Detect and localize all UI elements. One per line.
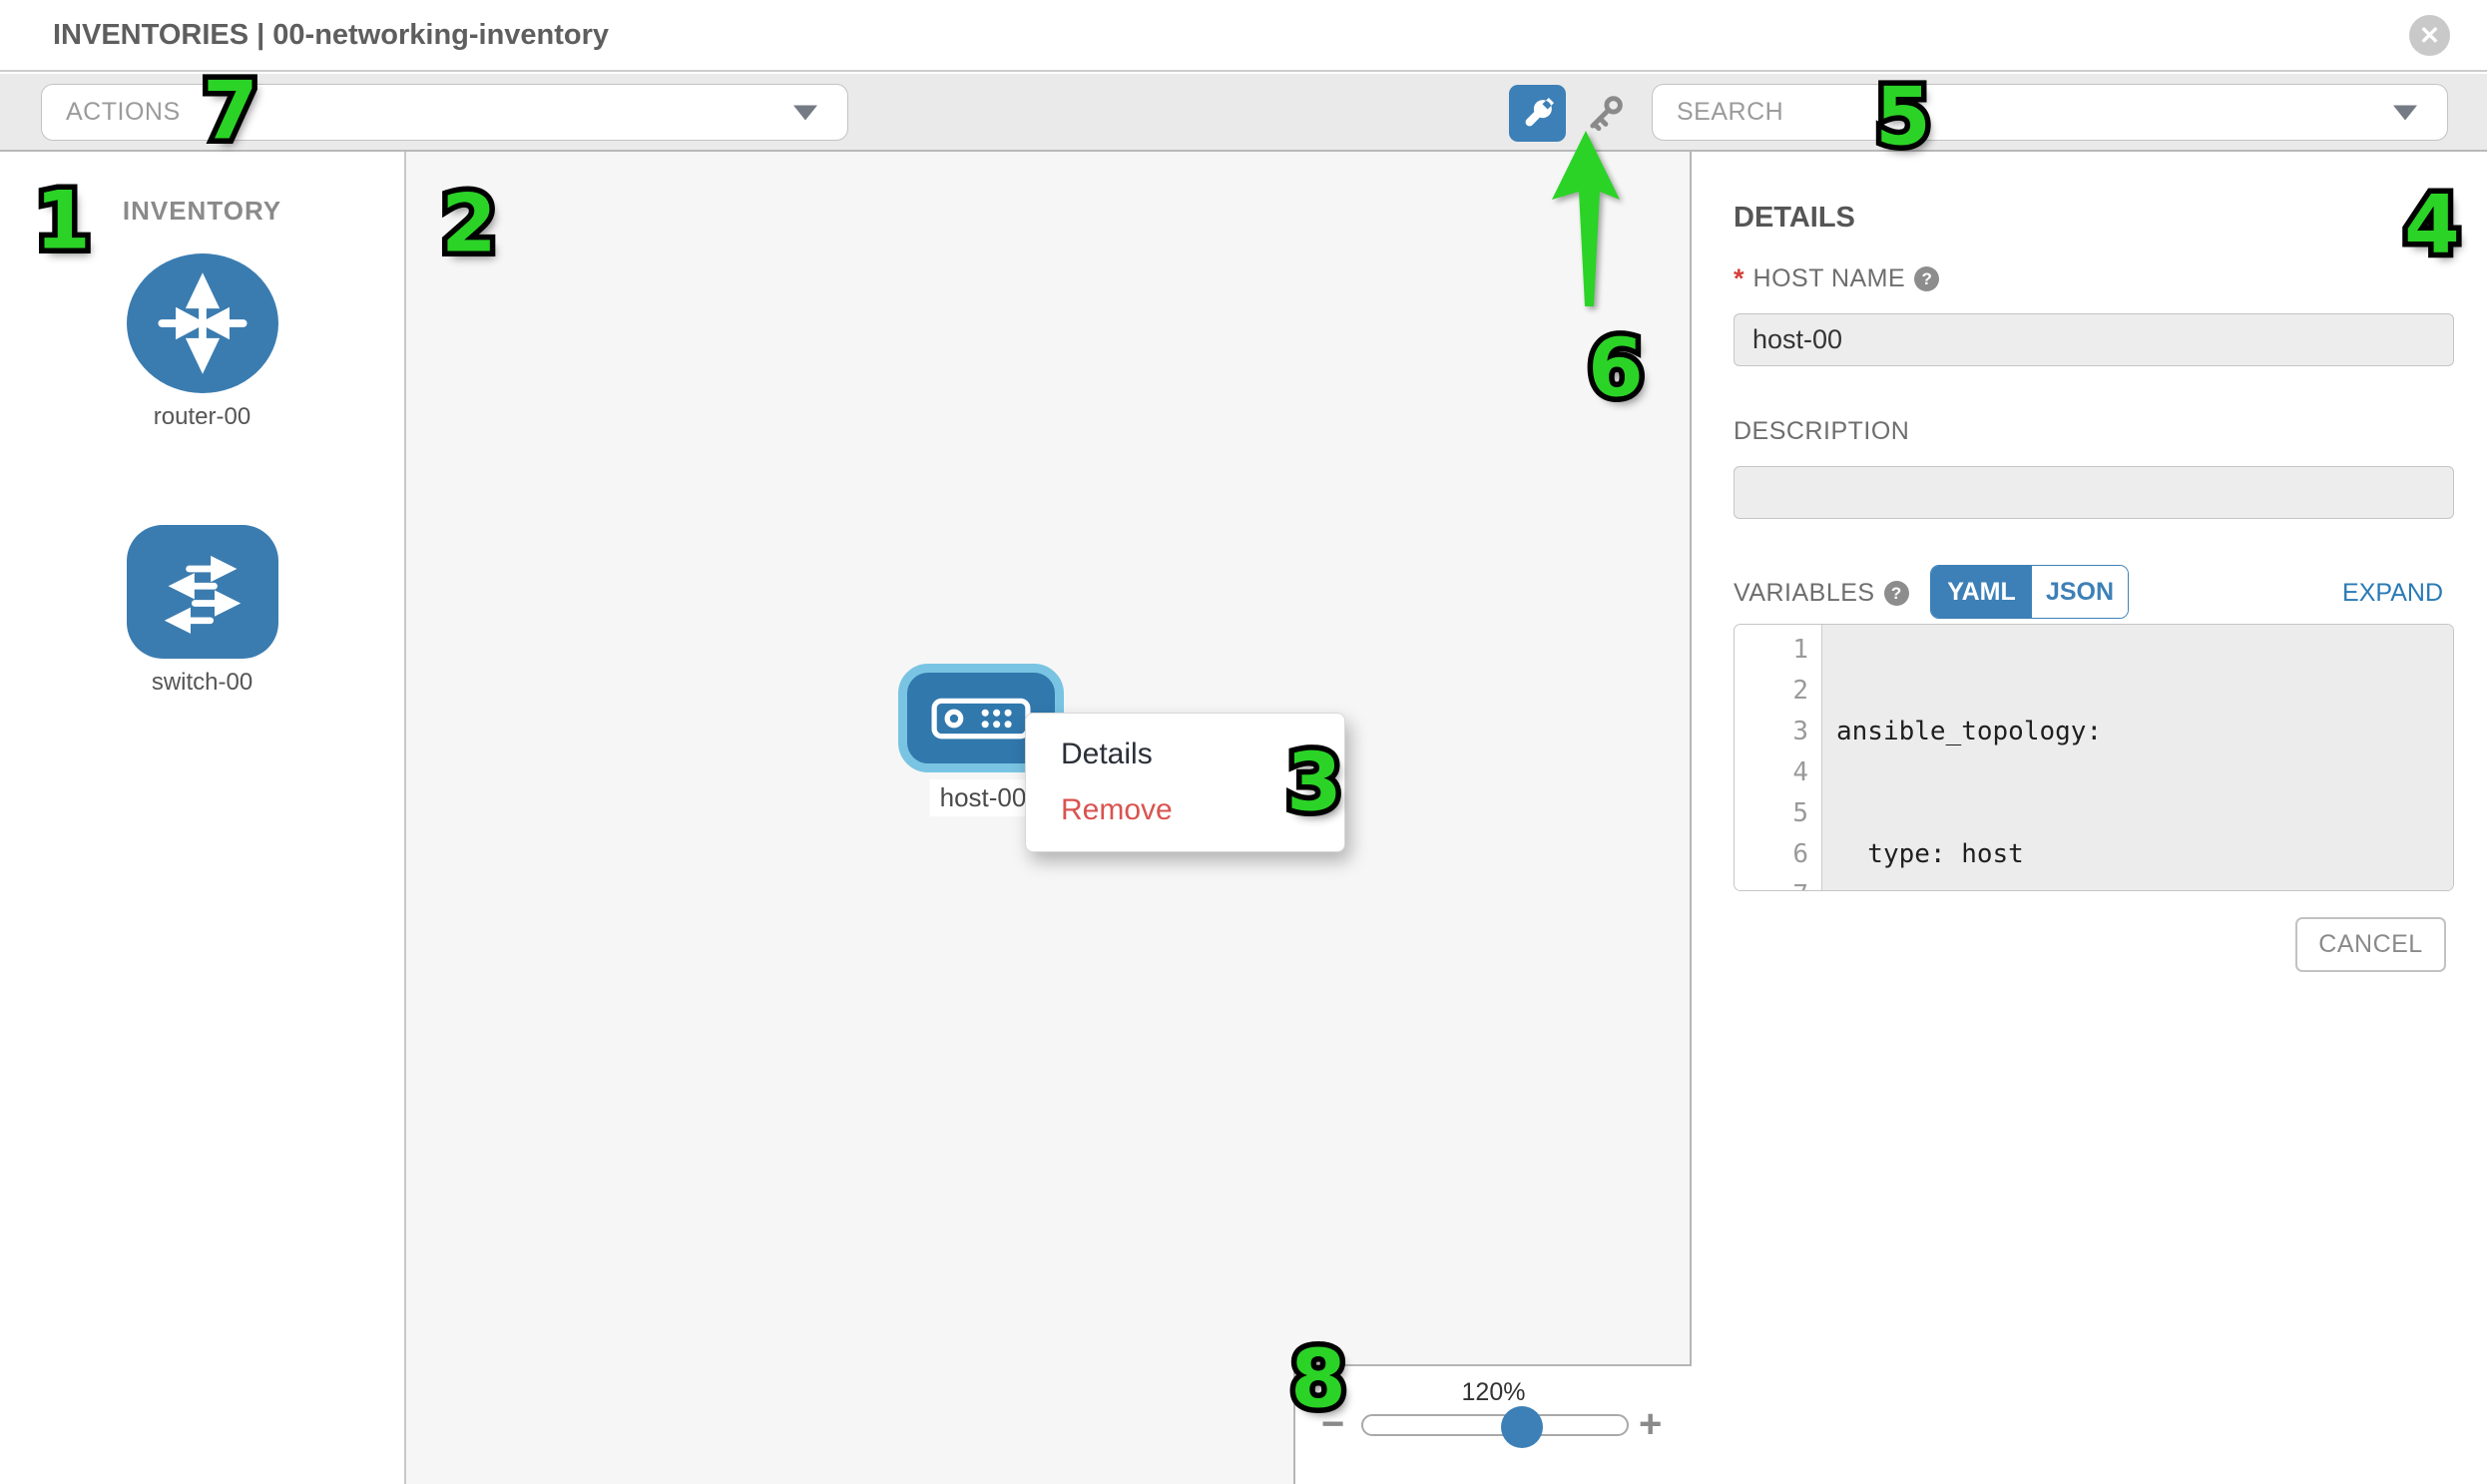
toolbar: ACTIONS SEARCH — [0, 74, 2487, 152]
annotation-5: 5 — [1875, 71, 1931, 164]
device-label: switch-00 — [0, 669, 404, 697]
host-icon — [931, 698, 1031, 740]
line-number: 5 — [1735, 793, 1808, 834]
annotation-8: 8 — [1290, 1333, 1346, 1426]
inventory-topology-screen: INVENTORIES | 00-networking-inventory ✕ … — [0, 0, 2487, 1484]
line-number: 1 — [1735, 630, 1808, 671]
zoom-in-button[interactable]: + — [1639, 1402, 1662, 1446]
details-panel-title: DETAILS — [1734, 202, 1855, 235]
topology-canvas[interactable]: host-00 Details Remove 120% − + — [406, 152, 1692, 1484]
annotation-3: 3 — [1286, 737, 1342, 829]
close-icon[interactable]: ✕ — [2409, 15, 2450, 56]
code-line: ansible_topology: — [1836, 712, 2453, 752]
search-dropdown[interactable]: SEARCH — [1652, 84, 2448, 141]
variables-code-editor[interactable]: 1 2 3 4 5 6 7 ansible_topology: type: ho… — [1734, 624, 2454, 891]
page-title: INVENTORIES | 00-networking-inventory — [53, 0, 609, 70]
cancel-button[interactable]: CANCEL — [2295, 917, 2446, 972]
host-name-input[interactable] — [1734, 313, 2454, 366]
code-line: type: host — [1836, 834, 2453, 875]
editor-line-numbers: 1 2 3 4 5 6 7 — [1735, 625, 1822, 890]
editor-code-lines: ansible_topology: type: host name: host-… — [1822, 625, 2453, 890]
expand-link[interactable]: EXPAND — [2342, 579, 2443, 608]
annotation-7: 7 — [203, 65, 258, 158]
actions-dropdown-label: ACTIONS — [42, 98, 181, 127]
description-input[interactable] — [1734, 466, 2454, 519]
line-number: 3 — [1735, 712, 1808, 752]
toggle-yaml[interactable]: YAML — [1931, 566, 2032, 618]
variables-format-toggle: YAML JSON — [1930, 565, 2129, 619]
annotation-arrow-up-icon — [1543, 127, 1627, 311]
required-asterisk: * — [1734, 263, 1744, 294]
details-panel: DETAILS * HOST NAME ? DESCRIPTION VARIAB… — [1694, 152, 2487, 1484]
sidebar-device-switch[interactable]: switch-00 — [0, 525, 404, 697]
router-icon — [127, 253, 278, 393]
help-icon[interactable]: ? — [1914, 266, 1939, 291]
device-label: router-00 — [0, 403, 404, 431]
chevron-down-icon — [793, 105, 817, 120]
host-name-label-row: * HOST NAME ? — [1734, 263, 1939, 294]
switch-icon — [127, 525, 278, 659]
description-label: DESCRIPTION — [1734, 417, 1909, 446]
host-node-label: host-00 — [930, 779, 1037, 816]
variables-label-row: VARIABLES ? — [1734, 579, 1909, 608]
annotation-6: 6 — [1588, 322, 1644, 415]
zoom-slider-track[interactable] — [1361, 1414, 1629, 1436]
actions-dropdown[interactable]: ACTIONS — [41, 84, 848, 141]
line-number: 7 — [1735, 875, 1808, 891]
variables-label: VARIABLES — [1734, 579, 1875, 608]
sidebar-device-router[interactable]: router-00 — [0, 253, 404, 431]
zoom-level-value: 120% — [1295, 1378, 1692, 1407]
chevron-down-icon — [2393, 105, 2417, 120]
toggle-json[interactable]: JSON — [2032, 566, 2128, 618]
help-icon[interactable]: ? — [1884, 581, 1909, 606]
inventory-sidebar: INVENTORY router-00 — [0, 152, 406, 1484]
host-name-label: HOST NAME — [1753, 264, 1906, 293]
titlebar: INVENTORIES | 00-networking-inventory ✕ — [0, 0, 2487, 72]
line-number: 6 — [1735, 834, 1808, 875]
zoom-slider-thumb[interactable] — [1501, 1406, 1543, 1448]
line-number: 2 — [1735, 671, 1808, 712]
description-label-row: DESCRIPTION — [1734, 417, 1909, 446]
zoom-control-panel: 120% − + — [1293, 1364, 1692, 1484]
search-dropdown-label: SEARCH — [1653, 98, 1783, 127]
line-number: 4 — [1735, 752, 1808, 793]
annotation-2: 2 — [441, 178, 497, 270]
annotation-4: 4 — [2404, 179, 2460, 271]
annotation-1: 1 — [35, 175, 91, 267]
